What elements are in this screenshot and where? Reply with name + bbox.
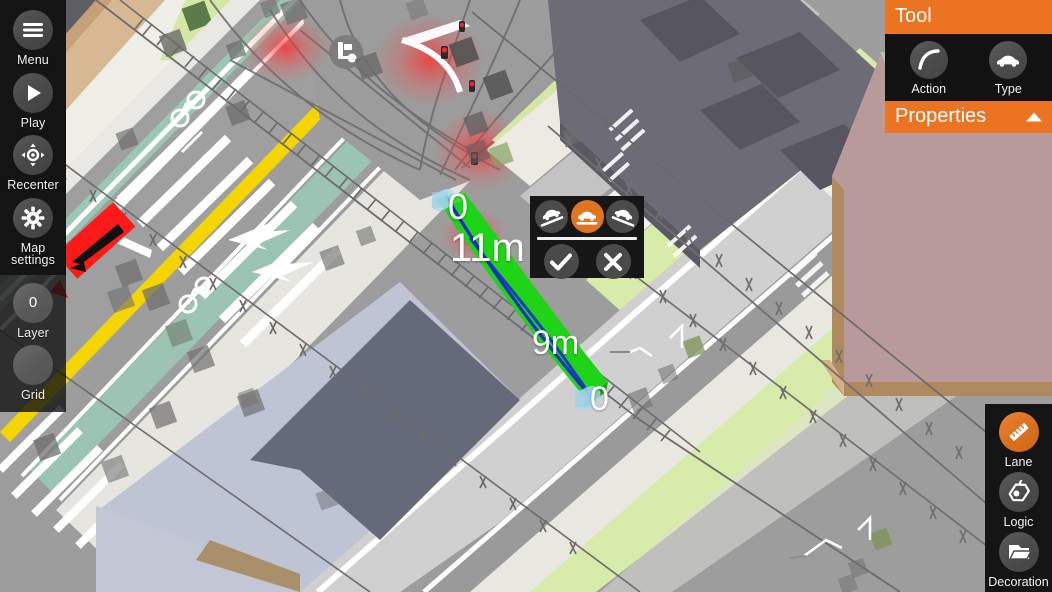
- crosshair-target-icon: [13, 135, 53, 175]
- cancel-button[interactable]: [595, 244, 631, 279]
- menu-button[interactable]: Menu: [0, 6, 66, 69]
- gear-icon: [13, 197, 53, 238]
- play-icon: [13, 72, 53, 113]
- mode-lane-label: Lane: [1004, 455, 1033, 469]
- chevron-up-icon[interactable]: [1026, 112, 1042, 122]
- tool-type-label: Type: [994, 82, 1022, 96]
- properties-label: Properties: [895, 105, 987, 127]
- grid-icon: [13, 345, 53, 385]
- mode-panel: Lane Logic Decoration: [985, 404, 1052, 592]
- hamburger-menu-icon: [13, 10, 53, 50]
- left-toolbar-secondary-group: 0 Layer Grid: [0, 274, 66, 412]
- curve-action-icon: [909, 41, 948, 79]
- mode-decoration-label: Decoration: [988, 575, 1049, 589]
- logic-node-icon: [998, 472, 1039, 512]
- car-type-icon: [989, 41, 1028, 79]
- tool-action-label: Action: [911, 82, 947, 96]
- lane-confirm-cancel-row: [535, 244, 639, 279]
- tool-type-button[interactable]: Type: [971, 41, 1045, 96]
- mode-logic-button[interactable]: Logic: [985, 470, 1052, 530]
- play-button[interactable]: Play: [0, 69, 66, 132]
- layer-label: Layer: [17, 325, 49, 340]
- confirm-button[interactable]: [543, 244, 579, 279]
- car-ramp-up-icon[interactable]: [606, 200, 639, 233]
- layer-number-icon: 0: [13, 282, 53, 323]
- recenter-label: Recenter: [7, 178, 59, 192]
- left-toolbar-primary-group: Menu Play Recenter Map settings: [0, 0, 66, 275]
- context-menu-divider: [537, 237, 637, 240]
- app-root: 0 11m 9m 0 Menu Play Recenter Map settin…: [0, 0, 1052, 592]
- lane-context-menu: [530, 196, 644, 279]
- lane-type-options: [535, 200, 639, 233]
- mode-decoration-button[interactable]: Decoration: [985, 530, 1052, 590]
- decoration-folder-icon: [998, 532, 1039, 572]
- mode-lane-button[interactable]: Lane: [985, 410, 1052, 470]
- grid-label: Grid: [20, 388, 45, 402]
- car-ramp-down-icon[interactable]: [535, 200, 568, 233]
- grid-button[interactable]: Grid: [0, 341, 66, 404]
- lane-ruler-icon: [998, 412, 1039, 452]
- left-toolbar: Menu Play Recenter Map settings 0 Layer …: [0, 0, 66, 412]
- play-label: Play: [20, 115, 46, 130]
- tool-panel-buttons: Action Type: [885, 34, 1052, 101]
- tool-panel: Tool Action Type Properties: [885, 0, 1052, 133]
- tool-panel-title: Tool: [885, 0, 1052, 34]
- recenter-button[interactable]: Recenter: [0, 131, 66, 194]
- tool-action-button[interactable]: Action: [892, 41, 966, 96]
- map-settings-label: Map settings: [11, 240, 55, 267]
- car-ground-level-icon[interactable]: [570, 200, 604, 233]
- layer-button[interactable]: 0 Layer: [0, 279, 66, 342]
- menu-label: Menu: [17, 53, 49, 67]
- layer-value: 0: [28, 294, 38, 311]
- map-settings-button[interactable]: Map settings: [0, 194, 66, 269]
- properties-section-header[interactable]: Properties: [885, 101, 1052, 133]
- mode-logic-label: Logic: [1003, 515, 1034, 529]
